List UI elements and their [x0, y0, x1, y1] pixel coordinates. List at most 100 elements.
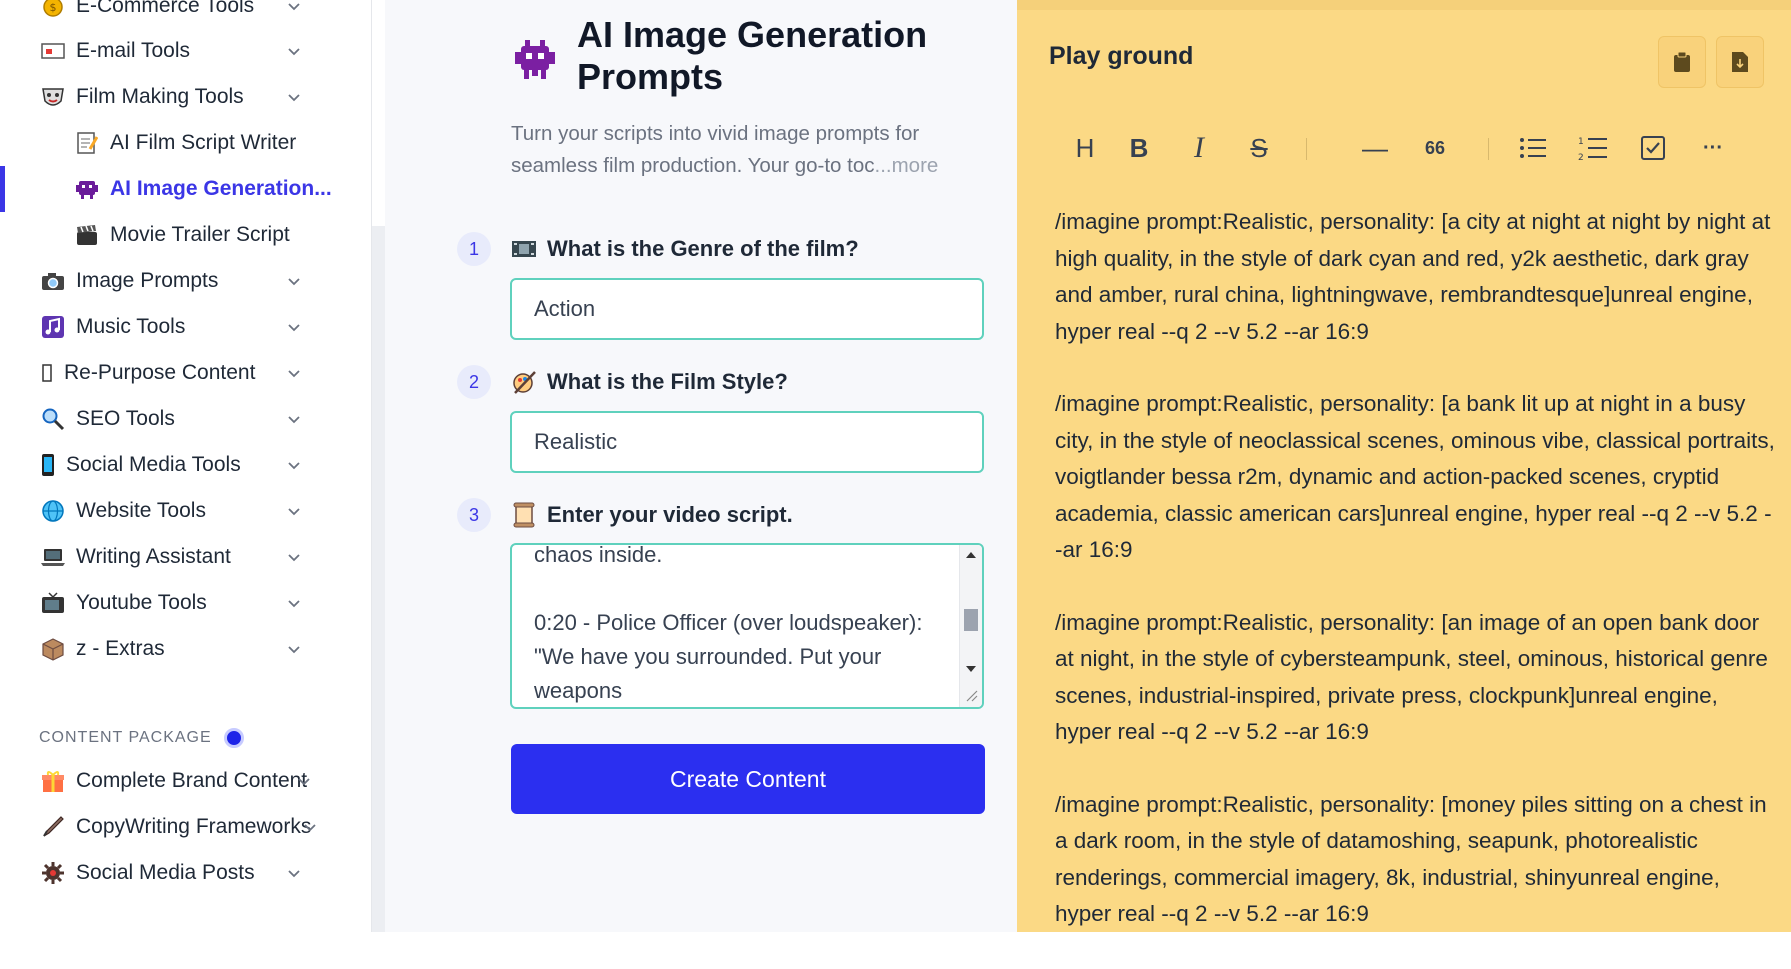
- clipboard-icon: [1674, 51, 1690, 72]
- sidebar-item-music-tools[interactable]: Music Tools: [40, 309, 351, 345]
- copy-button[interactable]: [1658, 36, 1706, 88]
- scroll-thumb[interactable]: [964, 609, 978, 631]
- chevron-down-icon[interactable]: [285, 272, 303, 290]
- scroll-up-icon[interactable]: [965, 551, 977, 559]
- playground-editor[interactable]: /imagine prompt:Realistic, personality: …: [1055, 204, 1775, 969]
- sidebar-item-label: E-mail Tools: [76, 39, 190, 62]
- phone-icon: [40, 452, 56, 478]
- chevron-down-icon[interactable]: [285, 456, 303, 474]
- editor-toolbar: H B I S — 66 12 ···: [1065, 128, 1765, 168]
- create-content-button[interactable]: Create Content: [511, 744, 985, 814]
- sidebar-item-label: Complete Brand Content: [76, 769, 308, 792]
- camera-icon: [40, 268, 66, 294]
- sidebar-item-writing-assistant[interactable]: Writing Assistant: [40, 539, 351, 575]
- chevron-down-icon[interactable]: [285, 502, 303, 520]
- sidebar-item-label: z - Extras: [76, 637, 165, 660]
- quote-button[interactable]: 66: [1415, 128, 1455, 168]
- sidebar-item-label: Movie Trailer Script: [110, 223, 290, 246]
- sidebar-item-ai-image-generation[interactable]: AI Image Generation...: [74, 171, 351, 207]
- sidebar-item-label: CopyWriting Frameworks: [76, 815, 312, 838]
- playground-panel: Play ground H B I S — 66 12 ··· /imagine…: [1017, 0, 1791, 932]
- toolbar-divider: [1488, 138, 1489, 160]
- music-notes-icon: [40, 314, 66, 340]
- numbered-list-button[interactable]: 12: [1573, 128, 1613, 168]
- question-label-video-script: Enter your video script.: [511, 502, 793, 528]
- svg-text:1: 1: [1578, 137, 1584, 147]
- sidebar-item-film-making-tools[interactable]: Film Making Tools: [40, 79, 351, 115]
- sidebar-item-label: Youtube Tools: [76, 591, 207, 614]
- sidebar-item-re-purpose-content[interactable]: Re-Purpose Content: [40, 355, 351, 391]
- chevron-down-icon[interactable]: [295, 772, 313, 790]
- scroll-icon: [511, 502, 537, 528]
- video-script-textarea[interactable]: chaos inside. 0:20 - Police Officer (ove…: [510, 543, 984, 709]
- sidebar-item-movie-trailer-script[interactable]: Movie Trailer Script: [74, 217, 351, 253]
- sidebar-item-label: Image Prompts: [76, 269, 219, 292]
- fountain-pen-icon: [40, 814, 66, 840]
- globe-icon: [40, 498, 66, 524]
- chevron-down-icon[interactable]: [285, 640, 303, 658]
- magnifier-icon: [40, 406, 66, 432]
- sidebar-item-image-prompts[interactable]: Image Prompts: [40, 263, 351, 299]
- chevron-down-icon[interactable]: [285, 364, 303, 382]
- prompt-paragraph: /imagine prompt:Realistic, personality: …: [1055, 391, 1775, 562]
- toolbar-divider: [1306, 138, 1307, 160]
- textarea-scrollbar[interactable]: [959, 545, 982, 707]
- step-number: 3: [457, 498, 491, 532]
- sidebar-item-z-extras[interactable]: z - Extras: [40, 631, 351, 667]
- chevron-down-icon[interactable]: [301, 818, 319, 836]
- status-dot: [223, 728, 244, 748]
- page-title: AI Image Generation Prompts: [577, 14, 928, 97]
- active-indicator: [0, 166, 5, 212]
- sidebar-item-complete-brand-content[interactable]: Complete Brand Content: [40, 763, 351, 799]
- numbered-list-icon: 12: [1578, 137, 1607, 161]
- chevron-down-icon[interactable]: [285, 410, 303, 428]
- sidebar-item-seo-tools[interactable]: SEO Tools: [40, 401, 351, 437]
- question-text: What is the Film Style?: [547, 369, 788, 394]
- chevron-down-icon[interactable]: [285, 864, 303, 882]
- document-icon: [1732, 52, 1748, 72]
- chevron-down-icon[interactable]: [285, 548, 303, 566]
- sidebar-scrollbar[interactable]: [372, 226, 385, 932]
- sidebar-item-social-media-tools[interactable]: Social Media Tools: [40, 447, 351, 483]
- svg-text:2: 2: [1578, 153, 1584, 161]
- chevron-down-icon[interactable]: [285, 594, 303, 612]
- sidebar-item-social-media-posts[interactable]: Social Media Posts: [40, 855, 351, 891]
- alien-monster-icon: [515, 40, 555, 79]
- sidebar-item-email-tools[interactable]: E-mail Tools: [40, 33, 351, 69]
- playground-top-strip: [1017, 0, 1791, 10]
- question-label-genre: What is the Genre of the film?: [511, 236, 859, 262]
- chevron-down-icon[interactable]: [285, 42, 303, 60]
- sidebar-item-label: Writing Assistant: [76, 545, 231, 568]
- checklist-button[interactable]: [1633, 128, 1673, 168]
- resize-handle-icon[interactable]: [964, 688, 978, 702]
- sidebar-item-youtube-tools[interactable]: Youtube Tools: [40, 585, 351, 621]
- puzzle-gear-icon: [40, 860, 66, 886]
- scroll-down-icon[interactable]: [965, 665, 977, 673]
- sidebar-item-ecommerce-tools[interactable]: $ E-Commerce Tools: [40, 0, 351, 24]
- sidebar-item-copywriting-frameworks[interactable]: CopyWriting Frameworks: [40, 809, 351, 845]
- chevron-down-icon[interactable]: [285, 318, 303, 336]
- sidebar-item-label: Website Tools: [76, 499, 206, 522]
- more-options-button[interactable]: ···: [1693, 128, 1733, 168]
- italic-button[interactable]: I: [1179, 128, 1219, 168]
- bullet-list-icon: [1520, 138, 1546, 158]
- bold-button[interactable]: B: [1119, 128, 1159, 168]
- chevron-down-icon[interactable]: [285, 88, 303, 106]
- sidebar-item-ai-film-script-writer[interactable]: AI Film Script Writer: [74, 125, 351, 161]
- heading-button[interactable]: H: [1065, 128, 1105, 168]
- sidebar-item-website-tools[interactable]: Website Tools: [40, 493, 351, 529]
- sidebar-item-label: Social Media Posts: [76, 861, 255, 884]
- chevron-down-icon[interactable]: [285, 0, 303, 15]
- horizontal-rule-button[interactable]: —: [1355, 128, 1395, 168]
- sidebar-item-label: Social Media Tools: [66, 453, 241, 476]
- more-link[interactable]: ...more: [875, 154, 939, 177]
- bullet-list-button[interactable]: [1513, 128, 1553, 168]
- tool-form-panel: AI Image Generation Prompts Turn your sc…: [385, 0, 1017, 932]
- email-icon: [40, 38, 66, 64]
- genre-input[interactable]: Action: [510, 278, 984, 340]
- export-doc-button[interactable]: [1716, 36, 1764, 88]
- film-style-input[interactable]: Realistic: [510, 411, 984, 473]
- content-package-section-label: CONTENT PACKAGE: [39, 728, 244, 748]
- strikethrough-button[interactable]: S: [1239, 128, 1279, 168]
- prompt-paragraph: /imagine prompt:Realistic, personality: …: [1055, 609, 1768, 745]
